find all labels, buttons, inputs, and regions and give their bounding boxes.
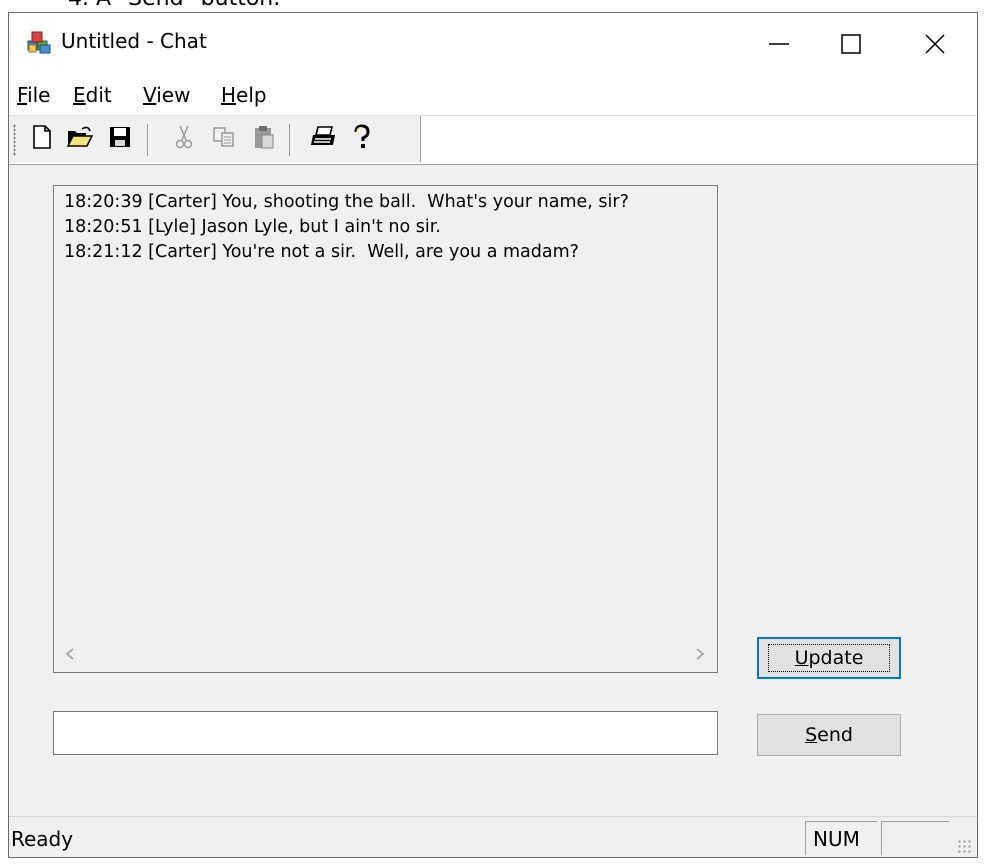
- title-bar[interactable]: Untitled - Chat: [9, 13, 977, 75]
- scroll-left-arrow[interactable]: [60, 644, 80, 664]
- standard-toolbar: [9, 116, 421, 162]
- new-document-icon: [30, 124, 54, 154]
- chevron-right-icon: [696, 648, 705, 660]
- background-document-snippet: 4. A "Send" button.: [0, 0, 990, 12]
- toolbar-separator: [147, 124, 151, 156]
- print-button[interactable]: [307, 122, 341, 156]
- menu-help[interactable]: Help: [221, 83, 267, 107]
- chat-lines: 18:20:39 [Carter] You, shooting the ball…: [64, 190, 629, 265]
- window-title: Untitled - Chat: [61, 29, 207, 53]
- maximize-icon: [840, 33, 862, 55]
- menu-help-mnemonic: H: [221, 83, 237, 107]
- chat-window: Untitled - Chat File Edit View Help 18:2…: [8, 12, 978, 858]
- toolbar-separator: [289, 124, 293, 156]
- update-mnemonic: U: [794, 647, 809, 669]
- save-button[interactable]: [103, 122, 137, 156]
- send-label-rest: end: [817, 724, 853, 746]
- update-button[interactable]: Update: [757, 637, 901, 679]
- toolbar-grip[interactable]: [13, 124, 16, 156]
- minimize-button[interactable]: [743, 17, 815, 71]
- open-button[interactable]: [63, 122, 97, 156]
- help-question-icon: [351, 124, 373, 154]
- save-disk-icon: [108, 125, 132, 153]
- chat-line: 18:20:51 [Lyle] Jason Lyle, but I ain't …: [64, 217, 441, 237]
- update-label-rest: pdate: [808, 647, 864, 669]
- horizontal-scrollbar[interactable]: [54, 636, 717, 672]
- cut-icon: [173, 124, 195, 154]
- send-mnemonic: S: [805, 724, 818, 746]
- menu-bar: File Edit View Help: [9, 75, 977, 116]
- message-input[interactable]: [53, 711, 718, 755]
- mfc-app-icon: [26, 27, 52, 55]
- maximize-button[interactable]: [815, 17, 887, 71]
- menu-file[interactable]: File: [17, 83, 50, 107]
- client-area: 18:20:39 [Carter] You, shooting the ball…: [9, 165, 977, 815]
- status-text: Ready: [11, 827, 74, 851]
- menu-file-mnemonic: F: [17, 83, 28, 107]
- print-icon: [310, 124, 338, 154]
- menu-file-label: ile: [27, 83, 51, 107]
- send-button[interactable]: Send: [757, 714, 901, 756]
- paste-icon: [252, 124, 276, 154]
- help-button[interactable]: [345, 122, 379, 156]
- status-pane-empty: [881, 821, 949, 855]
- close-icon: [924, 33, 946, 55]
- send-button-label: Send: [805, 724, 853, 746]
- chat-log[interactable]: 18:20:39 [Carter] You, shooting the ball…: [53, 185, 718, 673]
- cut-button[interactable]: [167, 122, 201, 156]
- size-grip[interactable]: [957, 839, 973, 855]
- menu-view-mnemonic: V: [143, 83, 157, 107]
- minimize-icon: [768, 33, 790, 55]
- chat-line: 18:21:12 [Carter] You're not a sir. Well…: [64, 242, 579, 262]
- menu-view[interactable]: View: [143, 83, 190, 107]
- chat-line: 18:20:39 [Carter] You, shooting the ball…: [64, 192, 629, 212]
- scroll-right-arrow[interactable]: [690, 644, 710, 664]
- paste-button[interactable]: [247, 122, 281, 156]
- menu-view-label: iew: [156, 83, 191, 107]
- new-button[interactable]: [25, 122, 59, 156]
- menu-edit[interactable]: Edit: [73, 83, 112, 107]
- close-button[interactable]: [899, 17, 971, 71]
- update-button-label: Update: [767, 644, 891, 672]
- snippet-text: 4. A "Send" button.: [68, 0, 280, 11]
- menu-help-label: elp: [236, 83, 267, 107]
- chevron-left-icon: [65, 648, 74, 660]
- num-lock-indicator: NUM: [813, 827, 860, 851]
- copy-button[interactable]: [207, 122, 241, 156]
- status-bar: Ready NUM: [9, 816, 977, 857]
- menu-edit-mnemonic: E: [73, 83, 86, 107]
- menu-edit-label: dit: [85, 83, 112, 107]
- open-folder-icon: [66, 125, 94, 153]
- toolbar-band: [9, 116, 977, 166]
- copy-icon: [211, 125, 237, 153]
